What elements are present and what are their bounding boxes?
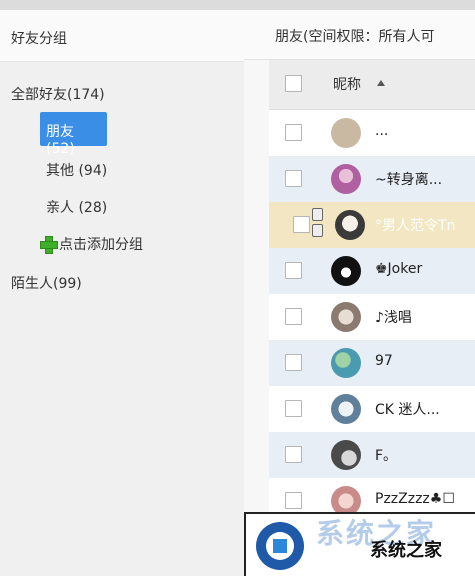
contact-nickname: ♪浅唱 bbox=[375, 310, 412, 326]
row-checkbox[interactable] bbox=[285, 446, 302, 463]
table-row[interactable]: F。 bbox=[269, 432, 475, 478]
group-list: 全部好友(174) 朋友 (52) 其他 (94) 亲人 (28) 点击添加分组… bbox=[0, 62, 244, 576]
contact-nickname: ♚Joker bbox=[375, 261, 423, 277]
watermark-text: 系统之家 bbox=[370, 540, 442, 561]
watermark-overlay: 系统之家 系统之家 bbox=[244, 512, 475, 576]
avatar bbox=[331, 256, 361, 286]
table-row[interactable]: ♚Joker bbox=[269, 248, 475, 294]
contact-panel-title: 朋友(空间权限：所有人可 bbox=[275, 29, 435, 45]
table-row[interactable]: CK 迷人... bbox=[269, 386, 475, 432]
avatar bbox=[331, 302, 361, 332]
row-checkbox[interactable] bbox=[285, 170, 302, 187]
row-checkbox[interactable] bbox=[285, 124, 302, 141]
contact-nickname: °男人范令Tn bbox=[375, 218, 456, 234]
contact-nickname: F。 bbox=[375, 448, 398, 464]
table-row[interactable]: °男人范令Tn bbox=[269, 202, 475, 248]
nickname-column-header[interactable]: 昵称 bbox=[333, 74, 361, 94]
group-panel-header: 好友分组 bbox=[0, 10, 244, 62]
add-group-button[interactable]: 点击添加分组 bbox=[40, 234, 143, 254]
phone-icon[interactable] bbox=[312, 208, 323, 221]
group-item-friends-label: 朋友 (52) bbox=[46, 124, 75, 157]
row-checkbox[interactable] bbox=[285, 262, 302, 279]
avatar bbox=[331, 164, 361, 194]
watermark-logo bbox=[256, 522, 304, 570]
select-all-checkbox[interactable] bbox=[285, 75, 302, 92]
group-item-strangers[interactable]: 陌生人(99) bbox=[11, 273, 82, 293]
window-top-strip bbox=[0, 0, 475, 10]
add-group-label: 点击添加分组 bbox=[59, 237, 143, 253]
contact-nickname: CK 迷人... bbox=[375, 402, 440, 418]
table-row[interactable]: 97 bbox=[269, 340, 475, 386]
table-row[interactable]: ♪浅唱 bbox=[269, 294, 475, 340]
group-item-family[interactable]: 亲人 (28) bbox=[46, 197, 107, 217]
row-checkbox[interactable] bbox=[285, 354, 302, 371]
contact-table: 昵称 ... ~转身离... °男人范令Tn ♚Joker ♪浅唱 97 CK … bbox=[269, 60, 475, 576]
table-row[interactable]: ... bbox=[269, 110, 475, 156]
contact-nickname: ~转身离... bbox=[375, 172, 443, 188]
table-row[interactable]: ~转身离... bbox=[269, 156, 475, 202]
table-header: 昵称 bbox=[269, 60, 475, 110]
avatar bbox=[331, 348, 361, 378]
avatar bbox=[335, 210, 365, 240]
row-checkbox[interactable] bbox=[285, 492, 302, 509]
contact-panel-header: 朋友(空间权限：所有人可 bbox=[244, 10, 475, 60]
group-panel: 好友分组 全部好友(174) 朋友 (52) 其他 (94) 亲人 (28) 点… bbox=[0, 10, 244, 576]
group-item-friends[interactable]: 朋友 (52) bbox=[40, 112, 107, 157]
avatar bbox=[331, 118, 361, 148]
sort-ascending-icon[interactable] bbox=[377, 80, 385, 86]
contact-nickname: 97 bbox=[375, 353, 393, 369]
plus-icon bbox=[40, 236, 58, 254]
contact-nickname: ... bbox=[375, 123, 389, 139]
message-icon[interactable] bbox=[312, 224, 323, 237]
group-item-other[interactable]: 其他 (94) bbox=[46, 160, 107, 180]
row-checkbox[interactable] bbox=[285, 400, 302, 417]
group-panel-title: 好友分组 bbox=[11, 31, 67, 47]
row-checkbox[interactable] bbox=[285, 308, 302, 325]
group-item-all-friends[interactable]: 全部好友(174) bbox=[11, 84, 105, 104]
row-action-icons[interactable] bbox=[312, 208, 324, 240]
avatar bbox=[331, 394, 361, 424]
contact-panel: 朋友(空间权限：所有人可 昵称 ... ~转身离... °男人范令Tn ♚Jok… bbox=[244, 10, 475, 576]
contact-nickname: PzzZzzz♣☐ bbox=[375, 491, 455, 507]
avatar bbox=[331, 440, 361, 470]
row-checkbox[interactable] bbox=[293, 216, 310, 233]
